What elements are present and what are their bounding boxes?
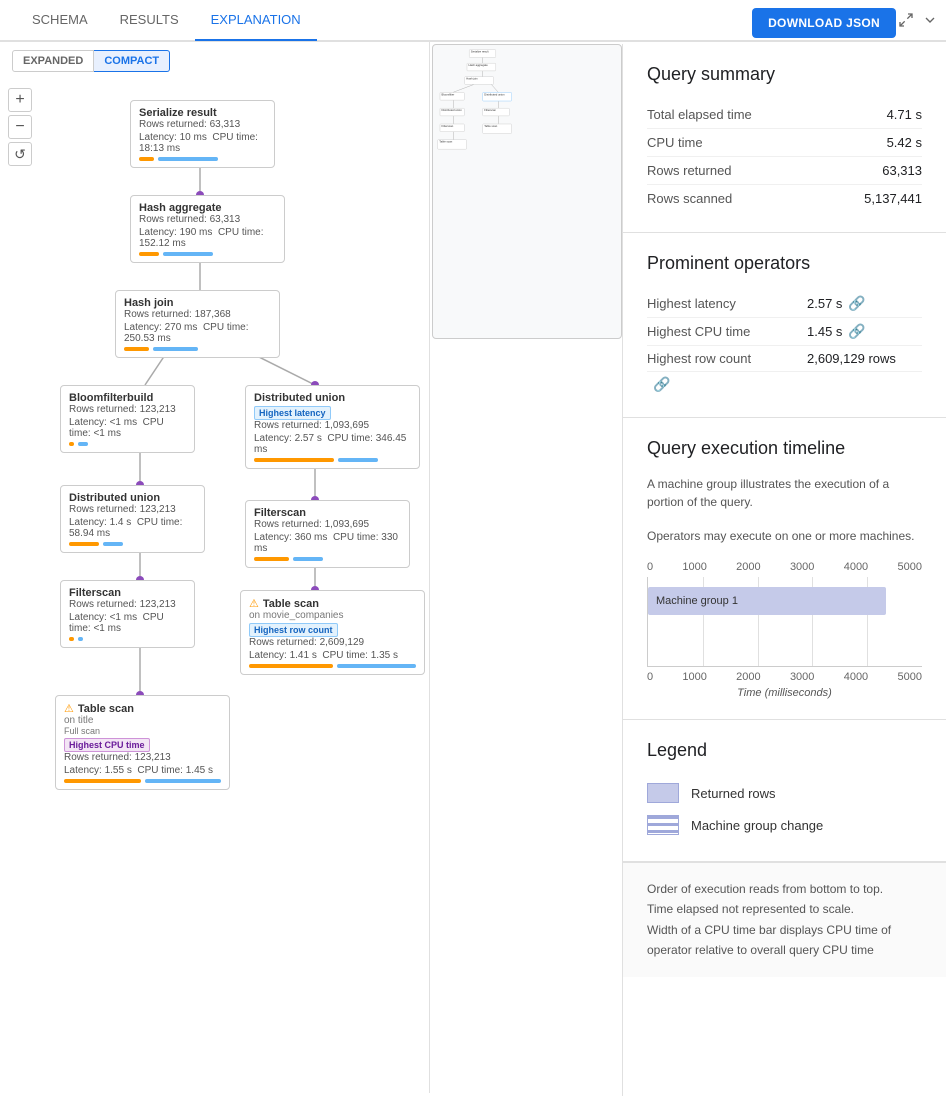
expanded-toggle[interactable]: EXPANDED (12, 50, 94, 72)
node-serialize[interactable]: Serialize result Rows returned: 63,313 L… (130, 100, 275, 168)
node-table-scan-title[interactable]: ⚠ Table scan on title Full scan Highest … (55, 695, 230, 790)
machine-group-label: Machine group 1 (656, 595, 738, 607)
footer-notes: Order of execution reads from bottom to … (623, 862, 946, 977)
zoom-in-button[interactable]: + (8, 88, 32, 112)
legend-machine-group-label: Machine group change (691, 818, 823, 833)
summary-elapsed: Total elapsed time 4.71 s (647, 101, 922, 129)
node-bloom-filter[interactable]: Bloomfilterbuild Rows returned: 123,213 … (60, 385, 195, 453)
node-table-scan-movie[interactable]: ⚠ Table scan on movie_companies Highest … (240, 590, 425, 675)
collapse-button[interactable] (918, 8, 942, 32)
legend-section: Legend Returned rows Machine group chang… (623, 720, 946, 862)
query-summary-section: Query summary Total elapsed time 4.71 s … (623, 44, 946, 233)
timeline-x-label: Time (milliseconds) (647, 687, 922, 699)
legend-title: Legend (647, 740, 922, 761)
node-hash-aggregate[interactable]: Hash aggregate Rows returned: 63,313 Lat… (130, 195, 285, 263)
footer-note-3: Width of a CPU time bar displays CPU tim… (647, 920, 922, 961)
graph-container: Serialize result Rows returned: 63,313 L… (45, 90, 429, 850)
fullscreen-button[interactable] (894, 8, 918, 32)
download-json-button[interactable]: DOWNLOAD JSON (752, 8, 896, 38)
highest-cpu-badge: Highest CPU time (64, 738, 150, 752)
compact-toggle[interactable]: COMPACT (94, 50, 170, 72)
legend-machine-group: Machine group change (647, 809, 922, 841)
tab-explanation[interactable]: EXPLANATION (195, 0, 317, 41)
zoom-reset-button[interactable]: ↺ (8, 142, 32, 166)
left-panel: EXPANDED COMPACT + − ↺ (0, 42, 430, 1093)
legend-returned-rows: Returned rows (647, 777, 922, 809)
legend-swatch-rows (647, 783, 679, 803)
summary-rows-returned: Rows returned 63,313 (647, 157, 922, 185)
main-layout: EXPANDED COMPACT + − ↺ (0, 42, 946, 1093)
legend-returned-rows-label: Returned rows (691, 786, 776, 801)
tab-schema[interactable]: SCHEMA (16, 0, 104, 41)
header-tabs: SCHEMA RESULTS EXPLANATION DOWNLOAD JSON (0, 0, 946, 41)
prominent-operators-section: Prominent operators Highest latency 2.57… (623, 233, 946, 418)
summary-cpu: CPU time 5.42 s (647, 129, 922, 157)
prominent-operators-title: Prominent operators (647, 253, 922, 274)
footer-note-1: Order of execution reads from bottom to … (647, 879, 922, 899)
view-toggle: EXPANDED COMPACT (0, 42, 429, 80)
warning-icon-movie: ⚠ (249, 597, 259, 610)
legend-swatch-group (647, 815, 679, 835)
node-dist-union-2[interactable]: Distributed union Rows returned: 123,213… (60, 485, 205, 553)
timeline-title: Query execution timeline (647, 438, 922, 459)
latency-link-icon[interactable]: 🔗 (848, 295, 865, 312)
op-highest-latency: Highest latency 2.57 s 🔗 (647, 290, 922, 318)
zoom-out-button[interactable]: − (8, 115, 32, 139)
highest-row-count-badge: Highest row count (249, 623, 338, 637)
timeline-desc2: Operators may execute on one or more mac… (647, 527, 922, 545)
timeline-section: Query execution timeline A machine group… (623, 418, 946, 720)
graph-area[interactable]: + − ↺ (0, 80, 429, 1093)
row-count-link-icon[interactable]: 🔗 (653, 376, 670, 392)
footer-note-2: Time elapsed not represented to scale. (647, 899, 922, 919)
timeline-desc1: A machine group illustrates the executio… (647, 475, 922, 511)
node-hash-join[interactable]: Hash join Rows returned: 187,368 Latency… (115, 290, 280, 358)
warning-icon-title: ⚠ (64, 702, 74, 715)
summary-rows-scanned: Rows scanned 5,137,441 (647, 185, 922, 212)
right-panel: Query summary Total elapsed time 4.71 s … (622, 44, 946, 1096)
op-highest-cpu: Highest CPU time 1.45 s 🔗 (647, 318, 922, 346)
node-dist-union-1[interactable]: Distributed union Highest latency Rows r… (245, 385, 420, 469)
node-filterscan-1[interactable]: Filterscan Rows returned: 1,093,695 Late… (245, 500, 410, 568)
node-filterscan-2[interactable]: Filterscan Rows returned: 123,213 Latenc… (60, 580, 195, 648)
query-summary-title: Query summary (647, 64, 922, 85)
highest-latency-badge: Highest latency (254, 406, 331, 420)
mini-map[interactable]: Serialize result Hash aggregate Hash joi… (433, 45, 518, 177)
cpu-link-icon[interactable]: 🔗 (848, 323, 865, 340)
tab-results[interactable]: RESULTS (104, 0, 195, 41)
op-highest-row-count: Highest row count 2,609,129 rows (647, 346, 922, 372)
